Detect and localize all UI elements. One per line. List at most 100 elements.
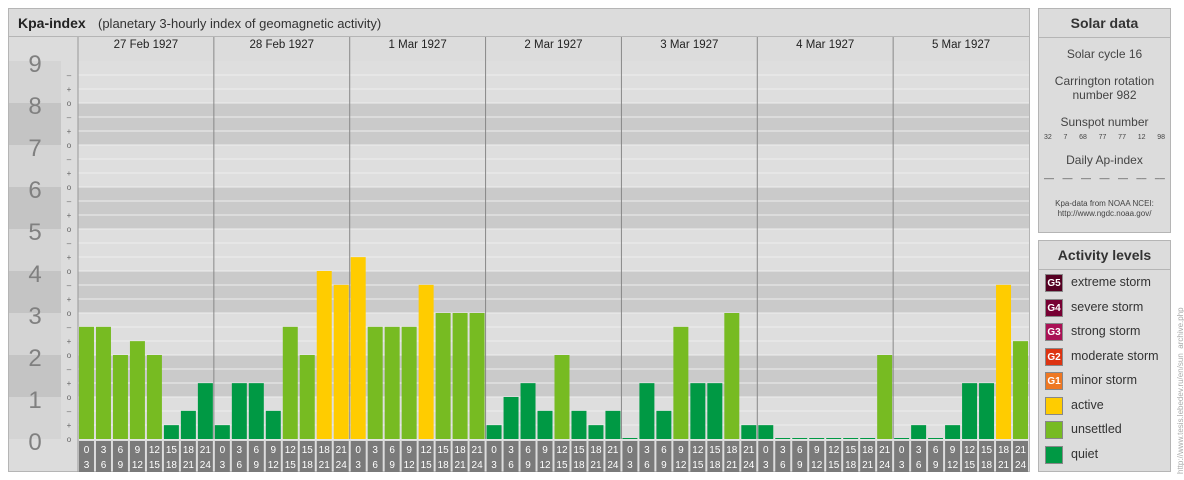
y-tick-label: 4	[28, 261, 41, 288]
kp-bar	[622, 438, 638, 439]
data-source-label: Kpa-data from NOAA NCEI:	[1055, 199, 1154, 208]
hour-end-label: 15	[149, 460, 161, 471]
minor-tick-label: o	[67, 141, 72, 150]
minor-tick-label: o	[67, 435, 72, 444]
kp-bar	[435, 313, 451, 439]
hour-end-label: 24	[879, 460, 891, 471]
legend-label: quiet	[1071, 446, 1099, 461]
hour-end-label: 18	[166, 460, 178, 471]
day-label: 1 Mar 1927	[389, 39, 447, 51]
minor-tick-label: –	[67, 155, 72, 164]
hour-start-label: 9	[406, 445, 412, 456]
hour-end-label: 9	[254, 460, 260, 471]
minor-tick-label: o	[67, 225, 72, 234]
carrington-rotation-number: number 982	[1072, 88, 1137, 102]
kp-bar	[639, 383, 655, 439]
kp-bar	[520, 383, 536, 439]
kp-bar	[333, 284, 349, 439]
hour-start-label: 6	[525, 445, 531, 456]
kp-bar	[350, 257, 366, 439]
kp-bar	[146, 355, 162, 439]
plot-band	[78, 187, 1029, 229]
legend-label: severe storm	[1071, 299, 1144, 314]
hour-end-label: 15	[964, 460, 976, 471]
hour-end-label: 12	[404, 460, 416, 471]
y-tick-label: 6	[28, 177, 41, 204]
hour-end-label: 21	[726, 460, 738, 471]
kp-bar	[877, 355, 893, 439]
hour-end-label: 21	[862, 460, 874, 471]
legend-label: moderate storm	[1071, 348, 1159, 363]
plot-band	[78, 145, 1029, 187]
day-label: 2 Mar 1927	[524, 39, 582, 51]
minor-tick-label: –	[67, 197, 72, 206]
hour-start-label: 18	[183, 445, 195, 456]
hour-end-label: 3	[355, 460, 361, 471]
hour-end-label: 3	[899, 460, 905, 471]
hour-start-label: 3	[508, 445, 514, 456]
hour-end-label: 3	[84, 460, 90, 471]
hour-end-label: 18	[302, 460, 314, 471]
hour-end-label: 6	[372, 460, 378, 471]
hour-start-label: 0	[627, 445, 633, 456]
minor-tick-label: +	[67, 169, 72, 178]
hour-end-label: 24	[200, 460, 212, 471]
hour-start-label: 18	[726, 445, 738, 456]
legend-label: extreme storm	[1071, 275, 1151, 289]
hour-start-label: 9	[135, 445, 141, 456]
legend-swatch	[1045, 396, 1063, 415]
ap-index-title: Daily Ap-index	[1066, 153, 1143, 167]
hour-start-label: 9	[678, 445, 684, 456]
minor-tick-label: –	[67, 113, 72, 122]
data-source-note: Kpa-data from NOAA NCEI: http://www.ngdc…	[1039, 199, 1170, 219]
kp-bar	[962, 383, 978, 439]
hour-end-label: 24	[1015, 460, 1027, 471]
sunspot-title: Sunspot number	[1060, 115, 1149, 129]
hour-end-label: 18	[845, 460, 857, 471]
plot-band	[78, 103, 1029, 145]
hour-end-label: 6	[101, 460, 107, 471]
plot-band	[78, 229, 1029, 271]
hour-start-label: 15	[709, 445, 721, 456]
ap-value: ––	[1154, 173, 1165, 183]
y-tick-label: 2	[28, 345, 41, 372]
kp-bar	[843, 438, 859, 439]
hour-start-label: 9	[950, 445, 956, 456]
kp-bar	[605, 410, 621, 439]
hour-end-label: 6	[644, 460, 650, 471]
hour-end-label: 9	[389, 460, 395, 471]
minor-tick-label: +	[67, 421, 72, 430]
hour-end-label: 21	[455, 460, 467, 471]
hour-start-label: 18	[862, 445, 874, 456]
hour-end-label: 21	[319, 460, 331, 471]
ap-value: ––	[1062, 173, 1073, 183]
kp-bar	[367, 326, 383, 439]
hour-end-label: 3	[627, 460, 633, 471]
ap-value: ––	[1044, 173, 1055, 183]
kp-bar	[112, 355, 128, 439]
hour-start-label: 3	[780, 445, 786, 456]
kp-bar	[894, 438, 910, 439]
y-tick-label: 7	[28, 135, 41, 162]
data-source-url: http://www.ngdc.noaa.gov/	[1057, 209, 1152, 218]
hour-end-label: 15	[692, 460, 704, 471]
hour-end-label: 3	[763, 460, 769, 471]
hour-start-label: 21	[607, 445, 619, 456]
hour-start-label: 0	[491, 445, 497, 456]
hour-end-label: 9	[661, 460, 667, 471]
hour-end-label: 24	[472, 460, 484, 471]
minor-tick-label: +	[67, 253, 72, 262]
y-tick-label: 8	[28, 93, 41, 120]
hour-start-label: 12	[421, 445, 433, 456]
kp-bar	[316, 271, 332, 439]
plot-band	[78, 61, 1029, 103]
minor-tick-label: –	[67, 71, 72, 80]
activity-levels-title: Activity levels	[1039, 241, 1170, 270]
hour-start-label: 3	[372, 445, 378, 456]
kp-chart-panel: Kpa-index (planetary 3-hourly index of g…	[8, 8, 1030, 472]
kp-bar	[486, 425, 502, 439]
minor-tick-label: –	[67, 239, 72, 248]
hour-start-label: 0	[763, 445, 769, 456]
hour-start-label: 18	[455, 445, 467, 456]
kp-bar	[945, 425, 961, 439]
